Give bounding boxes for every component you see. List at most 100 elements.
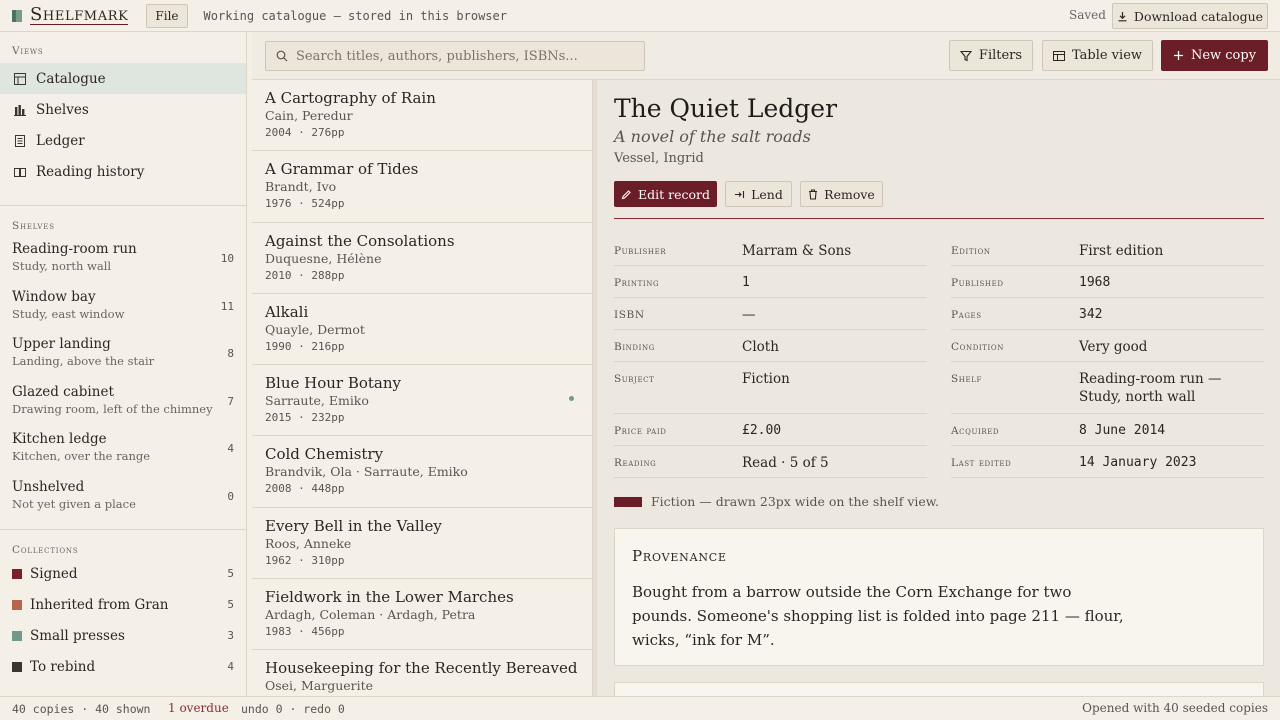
overdue-link[interactable]: 1 overdue <box>168 701 229 715</box>
view-label: Ledger <box>36 132 85 149</box>
status-bar: 40 copies · 40 shown 1 overdue undo 0 · … <box>0 696 1280 720</box>
shelf-count: 11 <box>220 299 234 313</box>
book-meta: 1990 · 216pp <box>265 339 345 353</box>
shelf-item-reading-room-run[interactable]: Reading-room run Study, north wall 10 <box>0 236 246 284</box>
collection-name: Inherited from Gran <box>30 596 169 613</box>
field-pages: Pages 342 <box>951 298 1264 330</box>
collection-count: 5 <box>227 567 234 580</box>
field-value: Reading-room run — Study, north wall <box>1079 371 1222 405</box>
new-copy-label: New copy <box>1190 48 1257 63</box>
shelf-location: Drawing room, left of the chimney <box>12 401 213 416</box>
shelf-count: 0 <box>227 489 234 503</box>
field-label: Binding <box>614 341 655 353</box>
book-meta: 1962 · 310pp <box>265 553 345 567</box>
field-label: ISBN <box>614 309 645 321</box>
search-input[interactable] <box>296 48 636 64</box>
table-icon <box>1052 50 1065 61</box>
arrow-to-line-icon <box>735 190 745 198</box>
book-row-every-bell-in-the-valley[interactable]: Every Bell in the Valley Roos, Anneke 19… <box>252 508 592 580</box>
field-label: Condition <box>951 341 1004 353</box>
field-edition: Edition First edition <box>951 234 1264 266</box>
book-row-blue-hour-botany[interactable]: Blue Hour Botany Sarraute, Emiko 2015 · … <box>252 365 592 437</box>
lend-button[interactable]: Lend <box>725 181 792 207</box>
table-view-button[interactable]: Table view <box>1042 40 1153 71</box>
view-item-catalogue[interactable]: Catalogue <box>0 63 246 94</box>
download-catalogue-button[interactable]: Download catalogue <box>1112 3 1268 29</box>
shelf-item-glazed-cabinet[interactable]: Glazed cabinet Drawing room, left of the… <box>0 379 246 427</box>
shelf-name: Reading-room run <box>12 241 137 257</box>
book-row-a-cartography-of-rain[interactable]: A Cartography of Rain Cain, Peredur 2004… <box>252 80 592 152</box>
book-title: A Grammar of Tides <box>265 160 419 179</box>
book-title: Cold Chemistry <box>265 445 384 464</box>
field-value: 1 <box>742 275 750 290</box>
brand-logo-icon <box>12 9 22 22</box>
field-isbn: ISBN — <box>614 298 927 330</box>
field-label: Last edited <box>951 457 1012 469</box>
collection-item-to-rebind[interactable]: To rebind 4 <box>0 651 246 682</box>
book-row-a-grammar-of-tides[interactable]: A Grammar of Tides Brandt, Ivo 1976 · 52… <box>252 151 592 223</box>
collection-count: 3 <box>227 629 234 642</box>
lend-label: Lend <box>751 186 783 202</box>
search-icon <box>276 50 288 62</box>
book-row-against-the-consolations[interactable]: Against the Consolations Duquesne, Hélèn… <box>252 223 592 294</box>
remove-button[interactable]: Remove <box>800 181 883 207</box>
sidebar-divider <box>0 529 246 530</box>
filters-button[interactable]: Filters <box>949 40 1033 71</box>
book-title: Every Bell in the Valley <box>265 516 442 535</box>
collection-name: Signed <box>30 565 78 582</box>
collection-color-swatch <box>12 630 22 641</box>
shelf-location: Not yet given a place <box>12 496 136 511</box>
book-author: Osei, Marguerite <box>265 678 374 694</box>
collection-name: Small presses <box>30 627 125 644</box>
download-catalogue-label: Download catalogue <box>1133 8 1264 24</box>
save-status: Saved <box>1069 8 1106 22</box>
shelf-name: Upper landing <box>12 336 111 352</box>
field-value: £2.00 <box>742 423 782 438</box>
view-item-reading-history[interactable]: Reading history <box>0 156 246 187</box>
shelf-name: Glazed cabinet <box>12 383 114 400</box>
field-price-paid: Price paid £2.00 <box>614 414 927 446</box>
spine-color-swatch <box>614 496 642 507</box>
field-subject: Subject Fiction <box>614 362 927 414</box>
top-bar: Shelfmark File Working catalogue — store… <box>0 0 1280 32</box>
view-item-shelves[interactable]: Shelves <box>0 94 246 125</box>
collection-item-small-presses[interactable]: Small presses 3 <box>0 620 246 651</box>
field-binding: Binding Cloth <box>614 330 927 362</box>
spine-note: Fiction — drawn 23px wide on the shelf v… <box>614 494 939 509</box>
shelf-item-unshelved[interactable]: Unshelved Not yet given a place 0 <box>0 474 246 522</box>
edit-record-button[interactable]: Edit record <box>614 181 717 207</box>
collection-color-swatch <box>12 599 22 610</box>
provenance-heading: Provenance <box>632 547 727 565</box>
provenance-card: Provenance Bought from a barrow outside … <box>614 528 1264 666</box>
collection-color-swatch <box>12 661 22 672</box>
book-meta: 2010 · 288pp <box>265 268 345 282</box>
book-title: Against the Consolations <box>265 231 455 250</box>
edit-record-label: Edit record <box>638 186 710 202</box>
file-menu-button[interactable]: File <box>146 3 188 28</box>
book-meta: 1976 · 524pp <box>265 197 345 211</box>
shelf-location: Landing, above the stair <box>12 354 155 368</box>
shelf-item-window-bay[interactable]: Window bay Study, east window 11 <box>0 284 246 332</box>
shelf-location: Study, east window <box>12 306 125 321</box>
view-label: Reading history <box>36 163 145 180</box>
shelf-count: 7 <box>227 394 234 408</box>
book-row-alkali[interactable]: Alkali Quayle, Dermot 1990 · 216pp <box>252 294 592 366</box>
search-box[interactable] <box>265 41 645 71</box>
field-shelf: Shelf Reading-room run — Study, north wa… <box>951 362 1264 414</box>
book-row-fieldwork-in-the-lower-marches[interactable]: Fieldwork in the Lower Marches Ardagh, C… <box>252 579 592 651</box>
field-value: Marram & Sons <box>742 243 852 259</box>
book-row-housekeeping-for-the-recently-bereaved[interactable]: Housekeeping for the Recently Bereaved O… <box>252 650 592 696</box>
brand: Shelfmark <box>12 6 129 25</box>
shelf-item-upper-landing[interactable]: Upper landing Landing, above the stair 8 <box>0 331 246 379</box>
book-list: A Cartography of Rain Cain, Peredur 2004… <box>252 80 593 696</box>
new-copy-button[interactable]: New copy <box>1161 40 1268 71</box>
trash-icon <box>809 188 818 200</box>
collection-item-signed[interactable]: Signed 5 <box>0 558 246 589</box>
view-item-ledger[interactable]: Ledger <box>0 125 246 156</box>
field-label: Publisher <box>614 245 667 257</box>
field-label: Pages <box>951 309 982 321</box>
sidebar-divider <box>0 205 246 206</box>
book-row-cold-chemistry[interactable]: Cold Chemistry Brandvik, Ola · Sarraute,… <box>252 436 592 508</box>
shelf-item-kitchen-ledge[interactable]: Kitchen ledge Kitchen, over the range 4 <box>0 426 246 474</box>
collection-item-inherited-from-gran[interactable]: Inherited from Gran 5 <box>0 589 246 620</box>
